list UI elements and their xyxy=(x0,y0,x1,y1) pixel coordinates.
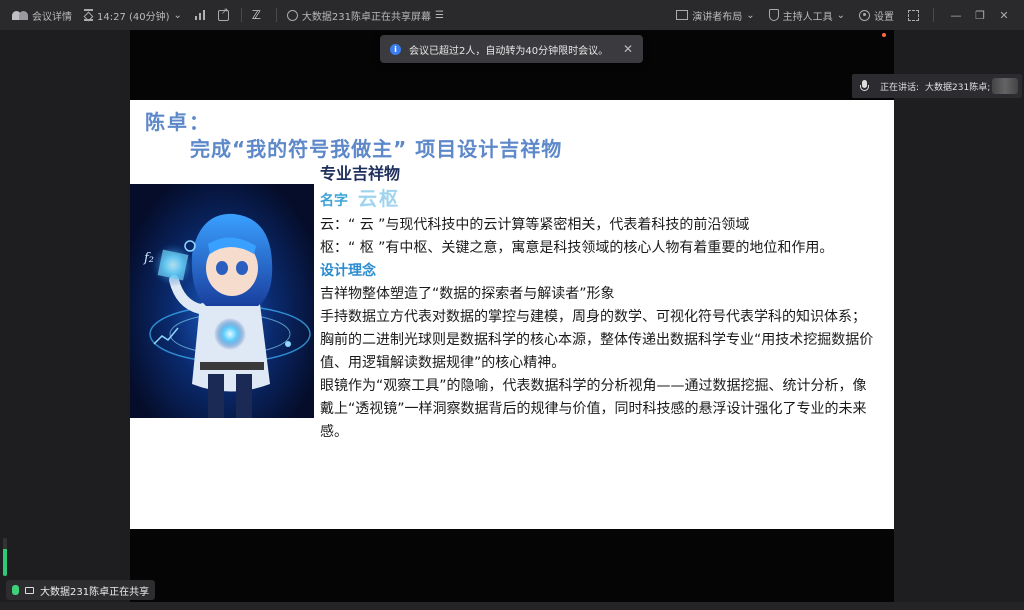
sharing-badge[interactable]: 大数据231陈卓正在共享 xyxy=(6,580,156,600)
mascot-image: f₂ xyxy=(130,184,314,418)
fullscreen-button[interactable] xyxy=(908,9,919,21)
yun-description: 云：“ 云 ”与现代科技中的云计算等紧密相关，代表着科技的前沿领域 xyxy=(320,217,750,233)
meeting-time-button[interactable]: 14:27 (40分钟) ⌄ xyxy=(84,8,182,23)
mascot-heading: 专业吉祥物 xyxy=(320,164,401,183)
mascot-name-row: 名字 云枢 xyxy=(320,186,890,214)
chevron-down-icon: ⌄ xyxy=(746,9,755,21)
settings-button[interactable]: 设置 xyxy=(859,8,894,23)
mic-level-meter xyxy=(3,538,7,576)
fullscreen-icon xyxy=(908,9,919,21)
notification-dot xyxy=(882,33,886,37)
math-symbol: f₂ xyxy=(143,251,154,266)
host-tools-label: 主持人工具 xyxy=(782,11,833,23)
mic-icon xyxy=(860,80,870,92)
sharing-status-label: 大数据231陈卓正在共享屏幕 xyxy=(301,11,432,23)
signal-icon xyxy=(194,9,206,21)
layout-icon xyxy=(676,10,689,20)
logo-icon xyxy=(12,10,28,20)
mic-level-fill xyxy=(3,549,7,576)
chevron-down-icon: ⌄ xyxy=(173,9,182,21)
screen-share-icon xyxy=(286,9,298,21)
share-out-icon xyxy=(217,7,229,21)
minimize-button[interactable]: — xyxy=(944,9,968,22)
shu-description: 枢：“ 枢 ”有中枢、关键之意，寓意是科技领域的核心人物有着重要的地位和作用。 xyxy=(320,240,834,256)
close-icon[interactable]: ✕ xyxy=(623,42,633,56)
mic-icon xyxy=(12,585,19,595)
shield-icon xyxy=(768,9,779,21)
project-title: 完成“我的符号我做主” 项目设计吉祥物 xyxy=(190,137,563,161)
meeting-details-button[interactable]: 会议详情 xyxy=(12,8,72,23)
mascot-illustration: f₂ xyxy=(143,213,311,418)
speaking-label: 正在讲话: xyxy=(880,82,920,93)
sharing-badge-text: 大数据231陈卓正在共享 xyxy=(40,586,150,598)
info-icon: i xyxy=(390,43,401,55)
annotate-button[interactable]: ℤ xyxy=(252,9,264,21)
restore-button[interactable]: ❐ xyxy=(968,9,992,22)
toolbar-divider xyxy=(240,8,242,22)
toolbar-divider xyxy=(933,8,934,22)
close-window-button[interactable]: ✕ xyxy=(992,9,1016,22)
speaker-avatar xyxy=(992,78,1018,94)
concept-paragraph-3: 眼镜作为“观察工具”的隐喻，代表数据科学的分析视角——通过数据挖掘、统计分析，像… xyxy=(320,378,867,440)
top-toolbar: 会议详情 14:27 (40分钟) ⌄ ℤ 大数据231陈卓正在共享屏幕 ☰ xyxy=(0,0,1024,30)
concept-paragraph-1: 吉祥物整体塑造了“数据的探索者与解读者”形象 xyxy=(320,286,615,302)
meeting-details-label: 会议详情 xyxy=(32,11,72,23)
presentation-slide: 陈卓： 完成“我的符号我做主” 项目设计吉祥物 f₂ 专业吉祥物 名字 云枢 云… xyxy=(130,100,894,529)
right-panel xyxy=(894,30,1024,602)
signal-button[interactable] xyxy=(194,9,206,21)
concept-heading: 设计理念 xyxy=(320,263,376,279)
name-value: 云枢 xyxy=(358,188,401,210)
toolbar-divider xyxy=(275,8,277,22)
chevron-down-icon: ⌄ xyxy=(836,9,845,21)
time-limit-notification: i 会议已超过2人，自动转为40分钟限时会议。 ✕ xyxy=(380,35,643,63)
presenter-layout-label: 演讲者布局 xyxy=(692,11,743,23)
settings-label: 设置 xyxy=(874,11,894,23)
sharing-status-button[interactable]: 大数据231陈卓正在共享屏幕 ☰ xyxy=(286,8,444,23)
presenter-name: 陈卓： xyxy=(145,110,211,134)
concept-paragraph-2: 手持数据立方代表对数据的掌控与建模，周身的数学、可视化符号代表学科的知识体系；胸… xyxy=(320,309,874,371)
presenter-layout-button[interactable]: 演讲者布局 ⌄ xyxy=(676,8,755,23)
bottom-strip xyxy=(0,602,1024,610)
left-panel xyxy=(0,30,130,602)
screen-icon xyxy=(25,586,34,594)
speaking-indicator: 正在讲话: 大数据231陈卓; xyxy=(852,74,1022,98)
name-label: 名字 xyxy=(320,193,348,209)
hourglass-icon xyxy=(84,9,93,21)
gear-icon xyxy=(859,9,870,21)
meeting-time-label: 14:27 (40分钟) xyxy=(97,11,170,23)
speaking-name: 大数据231陈卓; xyxy=(925,82,991,93)
pop-out-button[interactable] xyxy=(217,7,229,21)
notification-text: 会议已超过2人，自动转为40分钟限时会议。 xyxy=(409,45,609,57)
menu-icon: ☰ xyxy=(435,9,444,21)
annotate-icon: ℤ xyxy=(251,8,261,22)
host-tools-button[interactable]: 主持人工具 ⌄ xyxy=(768,8,845,23)
slide-text: 专业吉祥物 名字 云枢 云：“ 云 ”与现代科技中的云计算等紧密相关，代表着科技… xyxy=(320,162,890,444)
